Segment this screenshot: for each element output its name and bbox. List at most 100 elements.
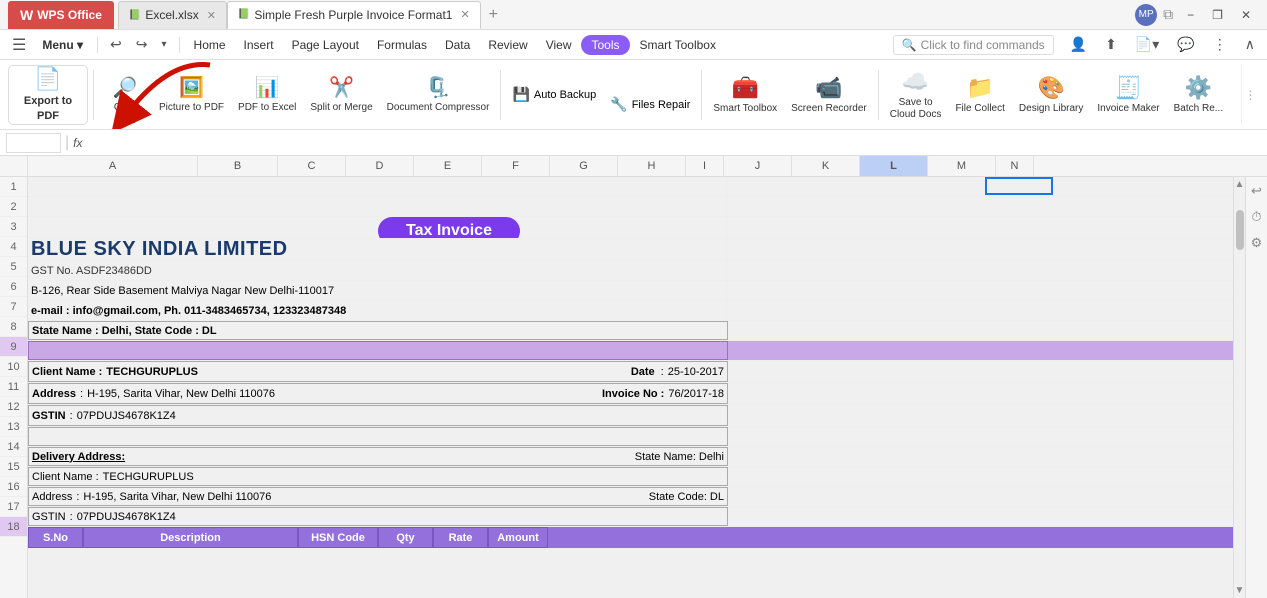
col-header-D[interactable]: D [346, 156, 414, 176]
col-header-J[interactable]: J [724, 156, 792, 176]
menu-label[interactable]: Menu ▾ [34, 34, 91, 56]
gst-row[interactable]: GST No. ASDF23486DD [28, 261, 728, 280]
files-repair-label: Files Repair [632, 99, 691, 111]
files-repair-btn[interactable]: 🔧 Files Repair [604, 76, 696, 131]
account-icon[interactable]: 👤 [1064, 34, 1093, 55]
col-header-E[interactable]: E [414, 156, 482, 176]
state-text: State Name : Delhi, State Code : DL [32, 325, 217, 337]
rn-10: 10 [0, 357, 27, 377]
invoice-maker-btn[interactable]: 🧾 Invoice Maker [1091, 66, 1165, 124]
batch-btn[interactable]: ⚙️ Batch Re... [1168, 66, 1229, 124]
restore-btn[interactable]: ❐ [1204, 6, 1231, 24]
address-row[interactable]: B-126, Rear Side Basement Malviya Nagar … [28, 281, 728, 300]
purple-band-row9[interactable] [28, 341, 728, 360]
menu-tools[interactable]: Tools [581, 35, 629, 55]
col-header-M[interactable]: M [928, 156, 996, 176]
email-row[interactable]: e-mail : info@gmail.com, Ph. 011-3483465… [28, 301, 728, 320]
more-icon[interactable]: ⋮ [1207, 34, 1233, 55]
pdf-to-excel-btn[interactable]: 📊 PDF to Excel [232, 66, 302, 124]
minimize-btn[interactable]: − [1179, 6, 1202, 24]
row-18: S.No Description HSN Code Qty Rate [28, 527, 1233, 549]
invoice-tab-icon: 📗 [238, 9, 250, 20]
sidebar-timer-icon[interactable]: ⏱ [1251, 209, 1261, 225]
row-13 [28, 427, 1233, 447]
excel-tab[interactable]: 📗 Excel.xlsx ✕ [118, 1, 227, 29]
screen-recorder-btn[interactable]: 📹 Screen Recorder [785, 66, 873, 124]
pdf-icon[interactable]: 📄▾ [1129, 34, 1165, 55]
export-pdf-label: Export toPDF [24, 94, 72, 123]
gstin-row[interactable]: GSTIN : 07PDUJS4678K1Z4 [28, 405, 728, 426]
scroll-down-arrow[interactable]: ▼ [1235, 585, 1245, 598]
address2-row[interactable]: Address : H-195, Sarita Vihar, New Delhi… [28, 383, 728, 404]
auto-backup-btn[interactable]: 💾 Auto Backup [506, 66, 602, 124]
cell-ref-input[interactable] [6, 133, 61, 153]
excel-tab-close[interactable]: ✕ [207, 9, 216, 22]
col-header-A[interactable]: A [28, 156, 198, 176]
col-header-K[interactable]: K [792, 156, 860, 176]
formula-input[interactable] [87, 134, 1262, 152]
scroll-thumb[interactable] [1236, 210, 1244, 250]
comment-icon[interactable]: 💬 [1171, 34, 1200, 55]
menu-insert[interactable]: Insert [236, 34, 282, 56]
col-header-C[interactable]: C [278, 156, 346, 176]
row-4: BLUE SKY INDIA LIMITED [28, 239, 1233, 261]
address2-value: H-195, Sarita Vihar, New Delhi 110076 [87, 388, 602, 400]
del-client-label: Client Name : [32, 471, 99, 483]
row-8: State Name : Delhi, State Code : DL [28, 321, 1233, 341]
undo-menu-icon[interactable]: ▾ [156, 37, 173, 52]
client-row[interactable]: Client Name : TECHGURUPLUS Date : 25-10-… [28, 361, 728, 382]
doc-compressor-btn[interactable]: 🗜️ Document Compressor [381, 66, 496, 124]
tax-invoice-btn[interactable]: Tax Invoice [378, 217, 520, 238]
row2-content[interactable] [28, 197, 728, 216]
scroll-up-arrow[interactable]: ▲ [1235, 177, 1245, 190]
new-tab-btn[interactable]: + [481, 2, 506, 28]
del-address-row[interactable]: Address : H-195, Sarita Vihar, New Delhi… [28, 487, 728, 506]
col-header-L[interactable]: L [860, 156, 928, 176]
export-pdf-icon: 📄 [34, 66, 61, 92]
col-header-B[interactable]: B [198, 156, 278, 176]
vertical-scrollbar[interactable]: ▲ ▼ [1233, 177, 1245, 598]
search-commands[interactable]: 🔍 Click to find commands [893, 35, 1054, 55]
hamburger-icon[interactable]: ☰ [6, 33, 32, 57]
col-header-H[interactable]: H [618, 156, 686, 176]
share-icon[interactable]: ⬆ [1099, 34, 1123, 55]
menu-home[interactable]: Home [186, 34, 234, 56]
ocr-btn[interactable]: 🔎 OCR [99, 66, 151, 124]
sidebar-settings-icon[interactable]: ⚙ [1251, 235, 1263, 251]
file-collect-btn[interactable]: 📁 File Collect [949, 66, 1010, 124]
menu-smart-toolbox[interactable]: Smart Toolbox [632, 34, 724, 56]
menu-data[interactable]: Data [437, 34, 478, 56]
col-header-G[interactable]: G [550, 156, 618, 176]
invoice-tab[interactable]: 📗 Simple Fresh Purple Invoice Format1 ✕ [227, 1, 481, 29]
close-btn[interactable]: ✕ [1233, 6, 1259, 24]
design-library-btn[interactable]: 🎨 Design Library [1013, 66, 1089, 124]
del-gstin-row[interactable]: GSTIN : 07PDUJS4678K1Z4 [28, 507, 728, 526]
del-client-row[interactable]: Client Name : TECHGURUPLUS [28, 467, 728, 486]
redo-icon[interactable]: ↪ [130, 34, 154, 55]
content-area: Tax Invoice BLUE SKY INDIA LIMITED GST [28, 177, 1233, 598]
col-header-N[interactable]: N [996, 156, 1034, 176]
menu-view[interactable]: View [538, 34, 580, 56]
menu-page-layout[interactable]: Page Layout [284, 34, 367, 56]
row1-content[interactable] [28, 177, 728, 196]
smart-toolbox-btn[interactable]: 🧰 Smart Toolbox [707, 66, 783, 124]
avatar: MP [1135, 4, 1157, 26]
menu-review[interactable]: Review [480, 34, 535, 56]
col-header-I[interactable]: I [686, 156, 724, 176]
split-merge-btn[interactable]: ✂️ Split or Merge [304, 66, 378, 124]
save-cloud-btn[interactable]: ☁️ Save toCloud Docs [884, 66, 948, 124]
wps-tab[interactable]: W WPS Office [8, 1, 114, 29]
sidebar-history-icon[interactable]: ↩ [1251, 183, 1262, 199]
col-header-F[interactable]: F [482, 156, 550, 176]
company-name[interactable]: BLUE SKY INDIA LIMITED [28, 239, 728, 260]
collapse-icon[interactable]: ∧ [1239, 34, 1261, 55]
row13-content[interactable] [28, 427, 728, 446]
th-description-label: Description [160, 532, 221, 544]
menu-formulas[interactable]: Formulas [369, 34, 435, 56]
delivery-row[interactable]: Delivery Address: State Name: Delhi [28, 447, 728, 466]
export-to-pdf-btn[interactable]: 📄 Export toPDF [8, 65, 88, 125]
picture-to-pdf-btn[interactable]: 🖼️ Picture to PDF [153, 66, 230, 124]
state-row[interactable]: State Name : Delhi, State Code : DL [28, 321, 728, 340]
invoice-tab-close[interactable]: ✕ [460, 8, 469, 21]
undo-icon[interactable]: ↩ [104, 34, 128, 55]
